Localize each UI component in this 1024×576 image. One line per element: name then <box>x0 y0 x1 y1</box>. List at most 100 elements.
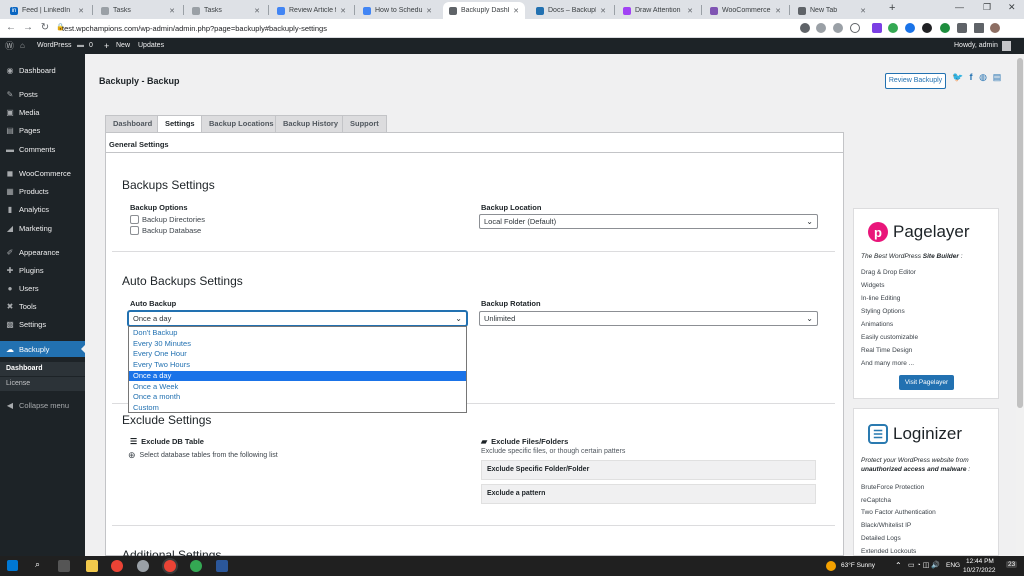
tray-chevron-icon[interactable]: ⌃ <box>895 561 902 570</box>
puzzle-icon[interactable] <box>957 23 967 33</box>
sidebar-item-users[interactable]: ● Users <box>0 280 85 296</box>
windows-start-icon[interactable] <box>7 560 18 571</box>
sidebar-item-pages[interactable]: ▤ Pages <box>0 122 85 138</box>
extension-s-icon[interactable] <box>872 23 882 33</box>
file-explorer-icon[interactable] <box>86 560 98 572</box>
tab-close-icon[interactable]: ✕ <box>422 7 432 15</box>
tab-close-icon[interactable]: ✕ <box>250 7 260 15</box>
sidebar-item-products[interactable]: ▦ Products <box>0 183 85 199</box>
url-field[interactable]: test.wpchampions.com/wp-admin/admin.php?… <box>62 21 822 36</box>
submenu-dashboard[interactable]: Dashboard <box>0 362 85 376</box>
language-indicator[interactable]: ENG <box>946 562 960 569</box>
clock-date[interactable]: 10/27/2022 <box>963 567 996 574</box>
plus-circle-icon[interactable]: ⊕ <box>128 450 136 461</box>
tab-backup-locations[interactable]: Backup Locations <box>201 115 282 132</box>
tab-close-icon[interactable]: ✕ <box>856 7 866 15</box>
browser-tab[interactable]: WooCommerce P✕ <box>704 2 787 19</box>
checkbox-box[interactable] <box>130 215 139 224</box>
browser-tab[interactable]: Draw Attention | ✕ <box>617 2 699 19</box>
wordpress-logo-icon[interactable]: Ⓦ <box>5 38 14 54</box>
globe-icon[interactable]: ◍ <box>978 72 988 82</box>
docs-icon[interactable]: ▤ <box>992 72 1002 82</box>
exclude-specific-folder-box[interactable]: Exclude Specific Folder/Folder <box>481 460 816 480</box>
tab-settings[interactable]: Settings <box>157 115 203 133</box>
site-name-link[interactable]: WordPress <box>37 38 72 54</box>
twitter-icon[interactable]: 🐦 <box>952 72 963 82</box>
tab-close-icon[interactable]: ✕ <box>509 7 519 15</box>
tab-close-icon[interactable]: ✕ <box>683 7 693 15</box>
chrome-icon[interactable] <box>111 560 123 572</box>
extension-dark-icon[interactable] <box>922 23 932 33</box>
sidepanel-icon[interactable] <box>974 23 984 33</box>
dropdown-option[interactable]: Once a Week <box>129 382 466 393</box>
sidebar-item-comments[interactable]: ▬ Comments <box>0 141 85 157</box>
notification-badge[interactable]: 23 <box>1006 561 1018 568</box>
dropdown-option[interactable]: Every One Hour <box>129 349 466 360</box>
howdy-link[interactable]: Howdy, admin <box>954 38 998 54</box>
sidebar-item-woocommerce[interactable]: ◼ WooCommerce <box>0 165 85 181</box>
dropdown-option[interactable]: Every Two Hours <box>129 360 466 371</box>
new-link[interactable]: New <box>116 38 130 54</box>
tab-close-icon[interactable]: ✕ <box>74 7 84 15</box>
key-icon[interactable] <box>800 23 810 33</box>
updates-link[interactable]: Updates <box>138 38 164 54</box>
browser-tab[interactable]: Backuply Dashbo✕ <box>443 2 525 19</box>
auto-backup-select[interactable]: Once a day ⌄ <box>128 311 467 326</box>
search-icon[interactable]: ⌕ <box>35 559 40 570</box>
browser-tab[interactable]: How to Schedule✕ <box>357 2 438 19</box>
share-icon[interactable] <box>833 23 843 33</box>
chrome-active-icon[interactable] <box>164 560 176 572</box>
sidebar-item-media[interactable]: ▣ Media <box>0 104 85 120</box>
weather-text[interactable]: 63°F Sunny <box>841 562 875 569</box>
weather-sun-icon[interactable] <box>826 561 836 571</box>
forward-arrow-icon[interactable]: → <box>21 21 35 35</box>
word-icon[interactable] <box>216 560 228 572</box>
window-close-icon[interactable]: ✕ <box>1008 2 1016 13</box>
chrome-profile-icon[interactable] <box>190 560 202 572</box>
browser-tab[interactable]: Docs – Backuply ✕ <box>530 2 612 19</box>
extension-blue-icon[interactable] <box>905 23 915 33</box>
exclude-pattern-box[interactable]: Exclude a pattern <box>481 484 816 504</box>
plus-icon[interactable]: + <box>104 38 109 54</box>
tab-support[interactable]: Support <box>342 115 387 132</box>
tab-backup-history[interactable]: Backup History <box>275 115 347 132</box>
browser-tab[interactable]: Review Article for✕ <box>271 2 352 19</box>
tab-close-icon[interactable]: ✕ <box>165 7 175 15</box>
sidebar-item-analytics[interactable]: ▮ Analytics <box>0 201 85 217</box>
comments-count[interactable]: 0 <box>89 38 93 54</box>
extension-green-icon[interactable] <box>940 23 950 33</box>
bookmark-star-icon[interactable] <box>850 23 860 33</box>
submenu-license[interactable]: License <box>0 377 85 391</box>
comment-icon[interactable]: ▬ <box>77 38 84 54</box>
sidebar-item-dashboard[interactable]: ◉ Dashboard <box>0 62 85 78</box>
browser-tab[interactable]: New Tab ✕ <box>792 2 872 19</box>
sidebar-item-tools[interactable]: ✖ Tools <box>0 298 85 314</box>
app-icon[interactable] <box>137 560 149 572</box>
sidebar-item-appearance[interactable]: ✐ Appearance <box>0 244 85 260</box>
browser-tab[interactable]: Tasks ✕ <box>186 2 266 19</box>
sidebar-item-settings[interactable]: ▩ Settings <box>0 316 85 332</box>
browser-tab[interactable]: in Feed | LinkedIn ✕ <box>4 2 90 19</box>
tab-dashboard[interactable]: Dashboard <box>105 115 161 132</box>
collapse-menu-button[interactable]: ◀ Collapse menu <box>0 397 85 413</box>
admin-avatar[interactable] <box>1002 41 1011 51</box>
backup-database-checkbox[interactable]: Backup Database <box>130 226 201 235</box>
extension-grammarly-icon[interactable] <box>888 23 898 33</box>
checkbox-box[interactable] <box>130 226 139 235</box>
home-icon[interactable]: ⌂ <box>20 38 25 54</box>
tray-icons[interactable]: ▭ ◔ ◫ 🔊 <box>908 561 940 569</box>
reload-icon[interactable]: ↻ <box>38 21 52 35</box>
dropdown-option[interactable]: Don't Backup <box>129 328 466 339</box>
sidebar-item-posts[interactable]: ✎ Posts <box>0 86 85 102</box>
sidebar-item-backuply[interactable]: ☁ Backuply <box>0 341 85 357</box>
minimize-icon[interactable]: — <box>955 2 964 12</box>
back-arrow-icon[interactable]: ← <box>4 21 18 35</box>
restore-icon[interactable]: ❐ <box>983 2 991 13</box>
facebook-icon[interactable]: f <box>966 72 976 82</box>
dropdown-option[interactable]: Every 30 Minutes <box>129 339 466 350</box>
add-db-table-button[interactable]: ⊕ Select database tables from the follow… <box>128 450 278 461</box>
tab-close-icon[interactable]: ✕ <box>596 7 606 15</box>
dropdown-option[interactable]: Once a month <box>129 392 466 403</box>
dropdown-option[interactable]: Once a day <box>129 370 466 382</box>
clock-time[interactable]: 12:44 PM <box>966 558 994 565</box>
